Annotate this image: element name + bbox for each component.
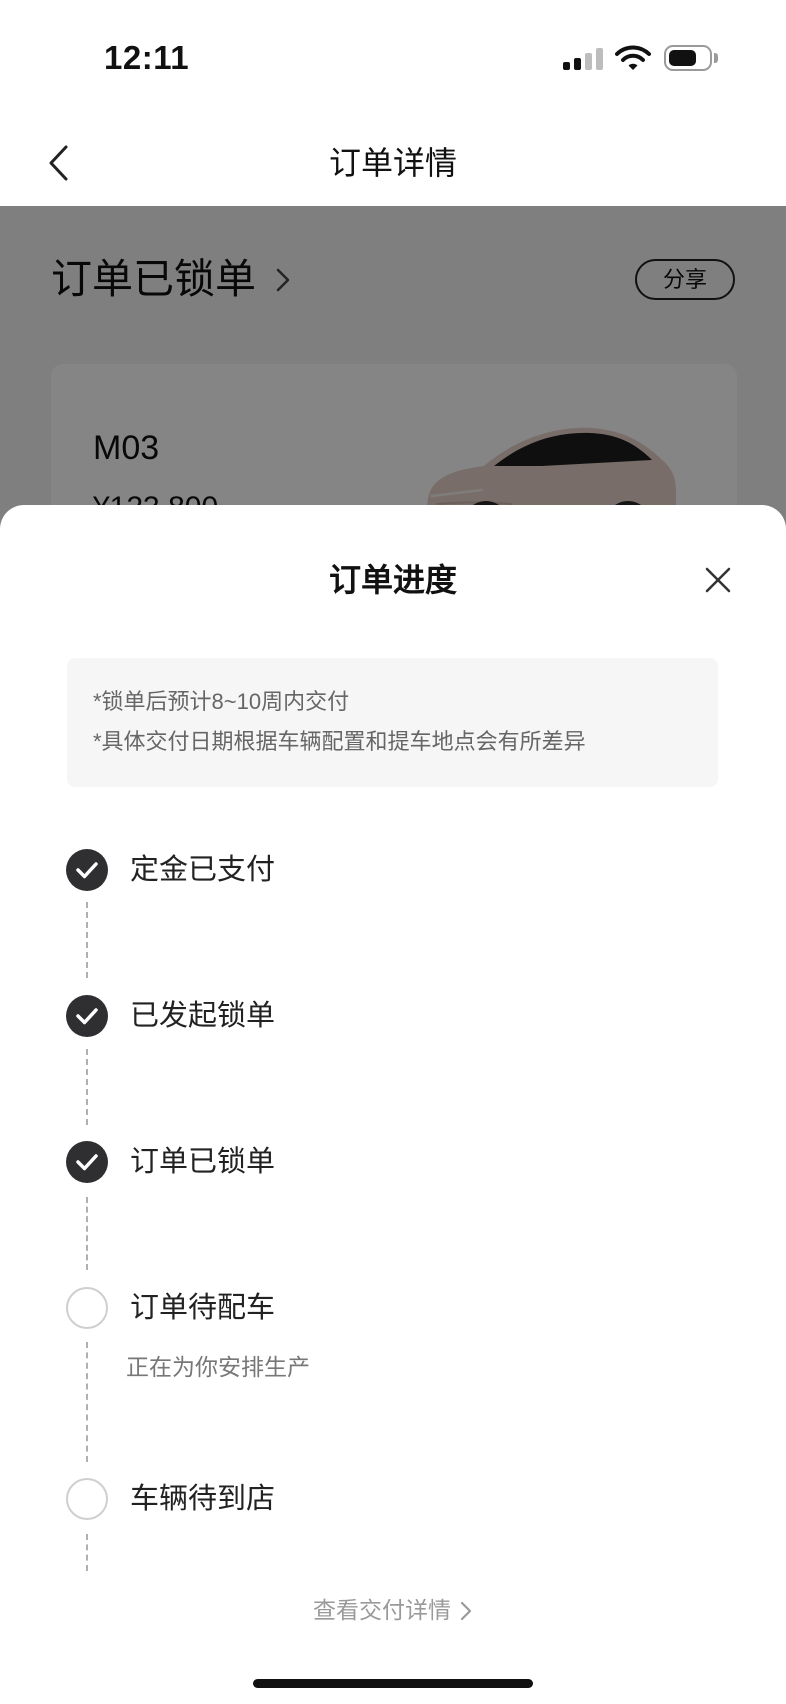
view-delivery-details-label: 查看交付详情 <box>313 1597 451 1623</box>
step-description: 正在为你安排生产 <box>126 1354 310 1380</box>
step-check-icon <box>66 1141 108 1183</box>
order-progress-sheet: 订单进度 *锁单后预计8~10周内交付 *具体交付日期根据车辆配置和提车地点会有… <box>0 505 786 1704</box>
step-pending-icon <box>66 1287 108 1329</box>
step-check-icon <box>66 995 108 1037</box>
sheet-title: 订单进度 <box>328 562 457 598</box>
home-indicator[interactable] <box>253 1679 533 1688</box>
step-label: 订单待配车 <box>130 1292 276 1324</box>
signal-icon <box>563 48 603 70</box>
step-connector <box>86 1534 88 1571</box>
step-label: 定金已支付 <box>130 854 276 886</box>
wifi-icon <box>615 45 651 70</box>
battery-nub <box>714 53 718 63</box>
step-label: 已发起锁单 <box>130 1000 276 1032</box>
battery-icon <box>664 45 712 71</box>
close-icon[interactable] <box>704 566 732 594</box>
step-connector <box>86 902 88 978</box>
step-connector <box>86 1049 88 1125</box>
page-title: 订单详情 <box>328 145 457 181</box>
status-time: 12:11 <box>104 39 190 76</box>
step-label: 订单已锁单 <box>130 1146 276 1178</box>
delivery-note: *锁单后预计8~10周内交付 <box>93 689 350 714</box>
step-connector <box>86 1342 88 1462</box>
delivery-note-box: *锁单后预计8~10周内交付 *具体交付日期根据车辆配置和提车地点会有所差异 <box>67 658 718 787</box>
step-check-icon <box>66 849 108 891</box>
chevron-right-icon <box>460 1601 472 1621</box>
step-pending-icon <box>66 1478 108 1520</box>
step-connector <box>86 1197 88 1270</box>
view-delivery-details-link[interactable]: 查看交付详情 <box>0 1595 786 1625</box>
step-label: 车辆待到店 <box>130 1483 276 1515</box>
battery-level <box>669 50 696 66</box>
delivery-note: *具体交付日期根据车辆配置和提车地点会有所差异 <box>93 729 586 754</box>
